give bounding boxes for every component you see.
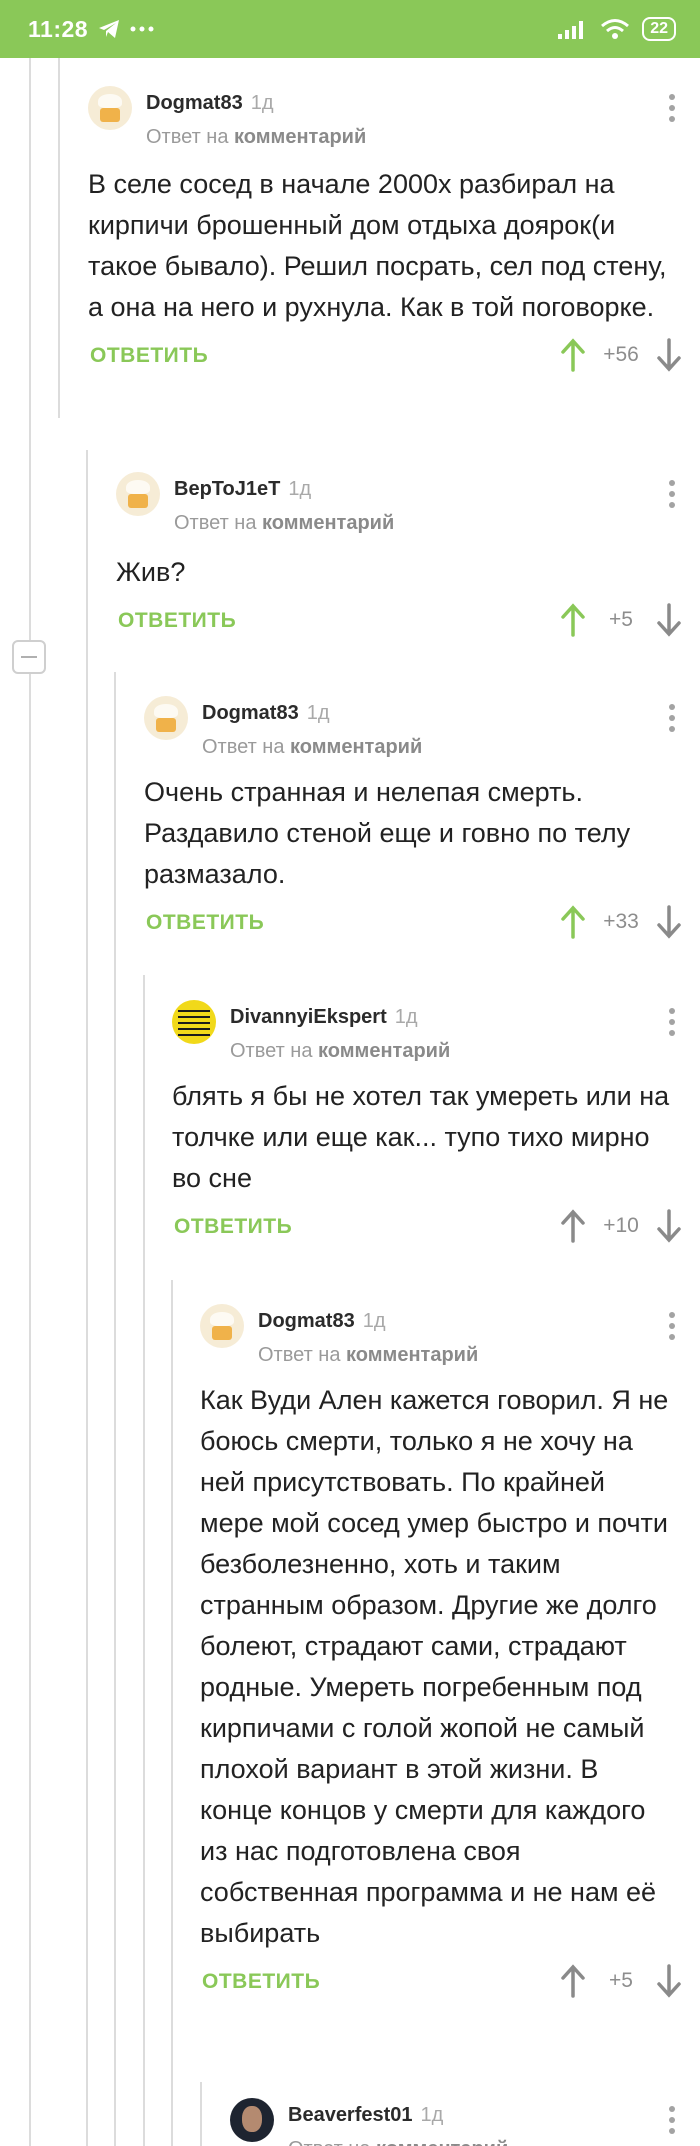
reply-to-link[interactable]: комментарий (262, 512, 394, 534)
collapse-thread-button[interactable] (12, 640, 46, 674)
reply-button[interactable]: ОТВЕТИТЬ (202, 1970, 320, 1994)
thread-line (86, 450, 88, 2146)
username[interactable]: Beaverfest01 (288, 2104, 413, 2126)
minus-icon (21, 656, 37, 658)
comment-age: 1д (420, 2104, 444, 2126)
reply-to: Ответ на комментарий (258, 1344, 479, 1366)
comment: Dogmat83 1д Ответ на комментарий Очень ст… (144, 686, 682, 945)
upvote-icon[interactable] (560, 603, 586, 637)
avatar[interactable] (144, 696, 188, 740)
comment: BepToJ1eT 1д Ответ на комментарий Жив? ОТ… (116, 462, 682, 643)
upvote-icon[interactable] (560, 338, 586, 372)
comment: DivannyiEkspert 1д Ответ на комментарий б… (172, 990, 682, 1249)
comment-age: 1д (288, 478, 312, 500)
reply-to: Ответ на комментарий (146, 126, 367, 148)
avatar[interactable] (200, 1304, 244, 1348)
upvote-icon[interactable] (560, 1964, 586, 1998)
thread-line (171, 1280, 173, 2146)
comment-menu-icon[interactable] (662, 476, 682, 512)
downvote-icon[interactable] (656, 338, 682, 372)
comment-age: 1д (250, 92, 274, 114)
comment-text: Очень странная и нелепая смерть. Раздави… (144, 777, 631, 889)
username[interactable]: Dogmat83 (202, 702, 299, 724)
comment-menu-icon[interactable] (662, 90, 682, 126)
thread-line (143, 975, 145, 2146)
comment: Beaverfest01 1д Ответ на комментарий (230, 2088, 682, 2146)
avatar[interactable] (230, 2098, 274, 2142)
reply-to: Ответ на комментарий (202, 736, 423, 758)
vote-controls: +10 (560, 1209, 682, 1243)
comment: Dogmat83 1д Ответ на комментарий Как Вуди… (200, 1294, 682, 2004)
upvote-icon[interactable] (560, 1209, 586, 1243)
thread-line (58, 58, 60, 418)
thread-line (29, 58, 31, 2146)
downvote-icon[interactable] (656, 1209, 682, 1243)
upvote-icon[interactable] (560, 905, 586, 939)
reply-to: Ответ на комментарий (230, 1040, 451, 1062)
battery-indicator: 22 (642, 17, 676, 41)
vote-score: +56 (603, 343, 639, 366)
reply-button[interactable]: ОТВЕТИТЬ (118, 609, 236, 633)
avatar[interactable] (172, 1000, 216, 1044)
reply-to-link[interactable]: комментарий (234, 126, 366, 148)
reply-to: Ответ на комментарий (174, 512, 395, 534)
vote-controls: +5 (560, 1964, 682, 1998)
comment-age: 1д (362, 1310, 386, 1332)
reply-to-link[interactable]: комментарий (318, 1040, 450, 1062)
reply-button[interactable]: ОТВЕТИТЬ (174, 1215, 292, 1239)
reply-to-link[interactable]: комментарий (376, 2138, 508, 2146)
reply-to-link[interactable]: комментарий (346, 1344, 478, 1366)
reply-button[interactable]: ОТВЕТИТЬ (90, 344, 208, 368)
downvote-icon[interactable] (656, 905, 682, 939)
vote-controls: +33 (560, 905, 682, 939)
reply-to: Ответ на комментарий (288, 2138, 508, 2146)
comment-text: блять я бы не хотел так умереть или на т… (172, 1081, 670, 1193)
reply-button[interactable]: ОТВЕТИТЬ (146, 911, 264, 935)
more-icon (130, 26, 154, 32)
vote-controls: +5 (560, 603, 682, 637)
signal-icon (558, 21, 584, 39)
thread-line (114, 672, 116, 2146)
comment-text: В селе сосед в начале 2000х разбирал на … (88, 169, 667, 322)
vote-score: +5 (609, 608, 633, 631)
wifi-icon (601, 19, 630, 39)
telegram-icon (99, 20, 120, 38)
comment-text: Жив? (116, 557, 186, 587)
reply-to-link[interactable]: комментарий (290, 736, 422, 758)
username[interactable]: BepToJ1eT (174, 478, 280, 500)
vote-controls: +56 (560, 338, 682, 372)
downvote-icon[interactable] (656, 603, 682, 637)
thread-line (200, 2082, 202, 2146)
comment-menu-icon[interactable] (662, 700, 682, 736)
username[interactable]: Dogmat83 (146, 92, 243, 114)
vote-score: +33 (603, 910, 639, 933)
comment: Dogmat83 1д Ответ на комментарий В селе с… (88, 76, 682, 378)
avatar[interactable] (88, 86, 132, 130)
downvote-icon[interactable] (656, 1964, 682, 1998)
username[interactable]: DivannyiEkspert (230, 1006, 387, 1028)
avatar[interactable] (116, 472, 160, 516)
comment-text: Как Вуди Ален кажется говорил. Я не боюс… (200, 1385, 669, 1948)
vote-score: +10 (603, 1214, 639, 1237)
status-bar: 11:28 22 (0, 0, 700, 58)
vote-score: +5 (609, 1969, 633, 1992)
comment-menu-icon[interactable] (662, 1308, 682, 1344)
comment-age: 1д (394, 1006, 418, 1028)
comment-age: 1д (306, 702, 330, 724)
comment-menu-icon[interactable] (662, 1004, 682, 1040)
status-time: 11:28 (28, 15, 89, 42)
comment-menu-icon[interactable] (662, 2102, 682, 2138)
username[interactable]: Dogmat83 (258, 1310, 355, 1332)
